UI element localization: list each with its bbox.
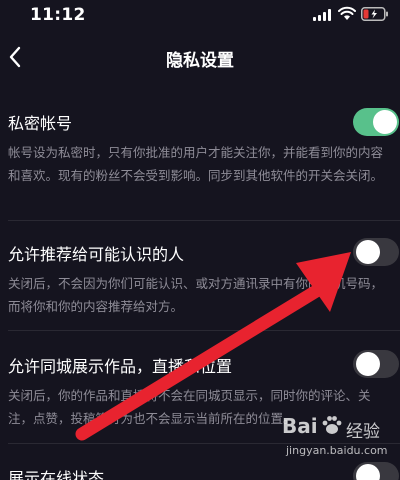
signal-icon (313, 9, 333, 21)
setting-title: 私密帐号 (8, 114, 73, 133)
divider (8, 330, 400, 331)
watermark-url: jingyan.baidu.com (286, 444, 388, 457)
setting-title: 展示在线状态 (8, 469, 105, 480)
baidu-jingyan-watermark: Bai 经验 jingyan.baidu.com (278, 408, 398, 478)
toggle-knob (373, 110, 397, 134)
setting-title: 允许同城展示作品，直播和位置 (8, 357, 233, 376)
status-bar: 11:12 (0, 0, 400, 32)
toggle-knob (356, 352, 380, 376)
private-account-toggle[interactable] (353, 108, 399, 136)
watermark-brand: Bai (282, 414, 318, 438)
page-title: 隐私设置 (166, 51, 234, 71)
status-time: 11:12 (30, 5, 86, 25)
setting-description: 帐号设为私密时，只有你批准的用户才能关注你，并能看到你的内容和喜欢。现有的粉丝不… (8, 145, 384, 183)
privacy-settings-screen: 11:12 隐私设置 私密帐号 帐号设为私密时，只有你批准的用户才能关注你，并能… (0, 0, 400, 480)
paw-icon (322, 416, 342, 434)
show-nearby-toggle[interactable] (353, 350, 399, 378)
recommend-to-acquaintances-toggle[interactable] (353, 238, 399, 266)
setting-title: 允许推荐给可能认识的人 (8, 245, 185, 264)
watermark-brand-suffix: 经验 (346, 422, 380, 442)
navigation-bar: 隐私设置 (0, 36, 400, 80)
battery-icon (361, 7, 388, 21)
wifi-icon (338, 6, 356, 20)
setting-description: 关闭后，不会因为你们可能认识、或对方通讯录中有你的手机号码，而将你和你的内容推荐… (8, 276, 384, 314)
divider (8, 220, 400, 221)
toggle-knob (356, 240, 380, 264)
